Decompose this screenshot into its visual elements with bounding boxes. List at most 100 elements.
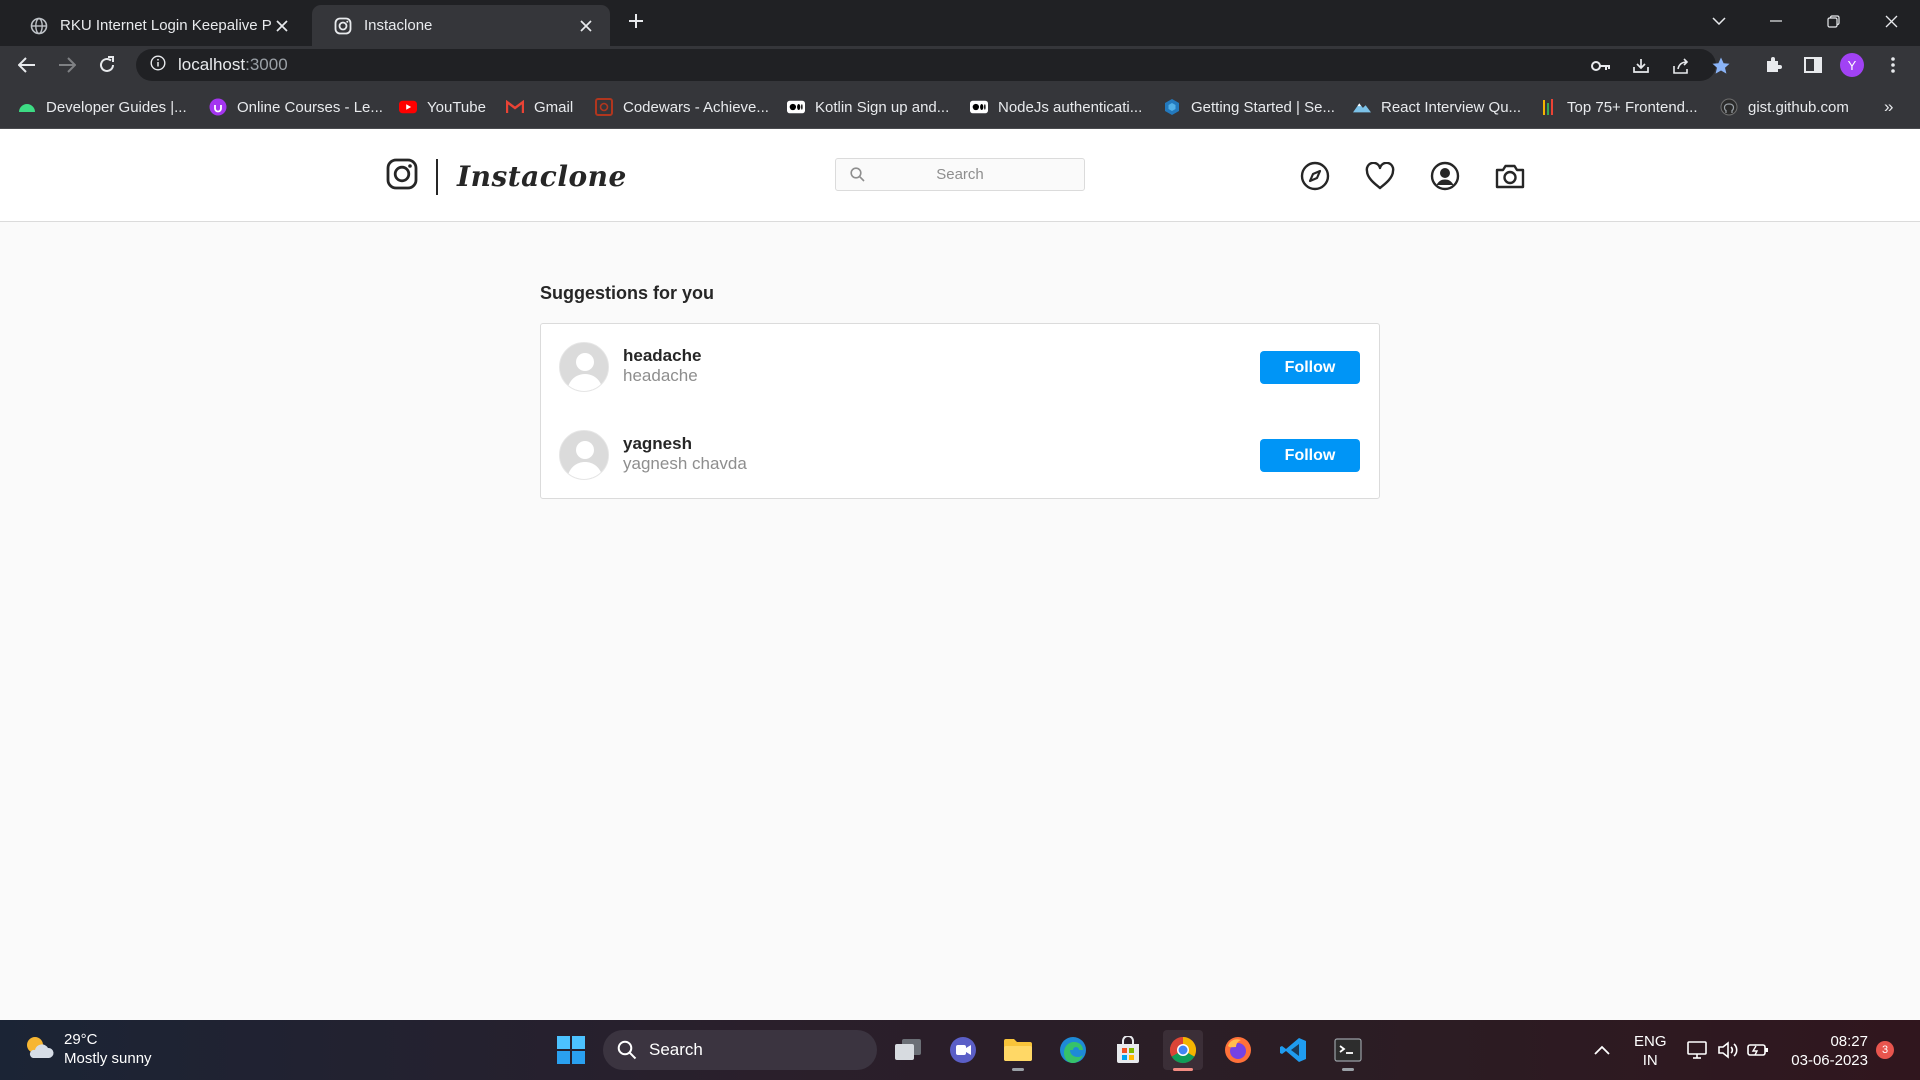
bookmark-online-courses[interactable]: Online Courses - Le... bbox=[209, 96, 383, 118]
reload-icon bbox=[100, 56, 114, 72]
system-clock[interactable]: 08:27 03-06-2023 bbox=[1784, 1032, 1868, 1070]
bookmark-nodejs-auth[interactable]: NodeJs authenticati... bbox=[970, 96, 1142, 118]
bookmark-gmail[interactable]: Gmail bbox=[506, 96, 573, 118]
start-button[interactable] bbox=[551, 1030, 591, 1070]
medium-icon bbox=[787, 98, 805, 116]
notification-badge[interactable]: 3 bbox=[1876, 1041, 1894, 1059]
bookmark-star-icon[interactable] bbox=[1708, 53, 1734, 79]
search-icon bbox=[617, 1040, 637, 1060]
tab-title: RKU Internet Login Keepalive Pag bbox=[60, 17, 272, 34]
taskbar-search[interactable]: Search bbox=[603, 1030, 877, 1070]
suggestion-username[interactable]: headache bbox=[623, 346, 701, 366]
follow-button[interactable]: Follow bbox=[1260, 439, 1360, 472]
key-icon[interactable] bbox=[1588, 53, 1614, 79]
browser-tab-strip: RKU Internet Login Keepalive Pag Instacl… bbox=[0, 0, 1920, 46]
avatar[interactable] bbox=[559, 430, 609, 480]
instagram-icon bbox=[334, 17, 352, 35]
weather-widget[interactable]: 29°C Mostly sunny bbox=[24, 1030, 152, 1068]
firefox-app[interactable] bbox=[1218, 1030, 1258, 1070]
suggestion-row: yagnesh yagnesh chavda Follow bbox=[559, 428, 1363, 480]
tab-rku-login[interactable]: RKU Internet Login Keepalive Pag bbox=[8, 5, 306, 46]
bookmark-codewars[interactable]: Codewars - Achieve... bbox=[595, 96, 769, 118]
new-tab-button[interactable] bbox=[624, 9, 648, 33]
info-icon[interactable] bbox=[150, 54, 166, 76]
firefox-icon bbox=[1225, 1037, 1251, 1063]
close-icon bbox=[1885, 15, 1897, 27]
running-indicator bbox=[1342, 1068, 1354, 1071]
app-navbar: Instaclone bbox=[0, 129, 1920, 222]
extensions-button[interactable] bbox=[1758, 50, 1788, 80]
close-window-button[interactable] bbox=[1874, 6, 1908, 36]
bookmark-gist-github[interactable]: gist.github.com bbox=[1720, 96, 1849, 118]
volume-icon[interactable] bbox=[1714, 1030, 1742, 1070]
follow-button[interactable]: Follow bbox=[1260, 351, 1360, 384]
bookmark-developer-guides[interactable]: Developer Guides |... bbox=[18, 96, 187, 118]
brand-name: Instaclone bbox=[457, 160, 627, 193]
codewars-icon bbox=[595, 98, 613, 116]
reload-button[interactable] bbox=[92, 50, 122, 80]
address-bar[interactable]: localhost:3000 bbox=[136, 49, 1730, 81]
back-button[interactable] bbox=[12, 50, 42, 80]
udemy-icon bbox=[209, 98, 227, 116]
profile-button[interactable] bbox=[1429, 160, 1461, 192]
profile-avatar[interactable]: Y bbox=[1840, 53, 1864, 77]
bookmark-youtube[interactable]: YouTube bbox=[399, 96, 486, 118]
tab-instaclone[interactable]: Instaclone bbox=[312, 5, 610, 46]
tab-search-button[interactable] bbox=[1702, 6, 1736, 36]
file-explorer-app[interactable] bbox=[998, 1030, 1038, 1071]
suggestions-title: Suggestions for you bbox=[540, 283, 715, 303]
brand-divider bbox=[436, 158, 438, 195]
show-hidden-icons-button[interactable] bbox=[1590, 1030, 1614, 1070]
search-input[interactable] bbox=[836, 159, 1084, 190]
sun-cloud-icon bbox=[24, 1034, 54, 1065]
active-indicator bbox=[1173, 1068, 1193, 1071]
share-icon[interactable] bbox=[1668, 53, 1694, 79]
vscode-app[interactable] bbox=[1273, 1030, 1313, 1070]
battery-icon[interactable] bbox=[1744, 1030, 1772, 1070]
explore-button[interactable] bbox=[1299, 160, 1331, 192]
terminal-app[interactable] bbox=[1328, 1030, 1368, 1071]
bookmark-top-frontend[interactable]: Top 75+ Frontend... bbox=[1539, 96, 1698, 118]
avatar[interactable] bbox=[559, 342, 609, 392]
edge-app[interactable] bbox=[1053, 1030, 1093, 1070]
store-app[interactable] bbox=[1108, 1030, 1148, 1070]
kebab-menu-icon bbox=[1891, 57, 1895, 73]
restore-icon bbox=[1826, 14, 1840, 28]
more-bookmarks-button[interactable]: » bbox=[1884, 96, 1893, 118]
arrow-right-icon bbox=[59, 57, 76, 73]
bookmark-kotlin-signup[interactable]: Kotlin Sign up and... bbox=[787, 96, 949, 118]
globe-icon bbox=[30, 17, 48, 35]
bookmark-getting-started[interactable]: Getting Started | Se... bbox=[1163, 96, 1335, 118]
minimize-button[interactable] bbox=[1759, 6, 1793, 36]
language-indicator[interactable]: ENG IN bbox=[1634, 1032, 1667, 1070]
suggestion-row: headache headache Follow bbox=[559, 340, 1363, 392]
heart-icon bbox=[1365, 162, 1395, 190]
puzzle-icon bbox=[1767, 57, 1782, 72]
github-icon bbox=[1720, 98, 1738, 116]
instaclone-page: Instaclone Suggestions for you headache bbox=[0, 129, 1920, 1020]
forward-button[interactable] bbox=[52, 50, 82, 80]
network-icon[interactable] bbox=[1684, 1030, 1712, 1070]
brand-logo[interactable]: Instaclone bbox=[386, 158, 627, 195]
bookmark-react-interview[interactable]: React Interview Qu... bbox=[1353, 96, 1521, 118]
taskbar-search-label: Search bbox=[649, 1040, 703, 1059]
menu-button[interactable] bbox=[1878, 50, 1908, 80]
suggestions-card: headache headache Follow yagnesh yagnesh… bbox=[540, 323, 1380, 499]
search-box[interactable] bbox=[835, 158, 1085, 191]
suggestion-username[interactable]: yagnesh bbox=[623, 434, 692, 454]
task-view-button[interactable] bbox=[888, 1030, 928, 1070]
restore-button[interactable] bbox=[1816, 6, 1850, 36]
vscode-icon bbox=[1280, 1038, 1306, 1062]
close-icon[interactable] bbox=[576, 16, 596, 36]
side-panel-button[interactable] bbox=[1798, 50, 1828, 80]
activity-button[interactable] bbox=[1364, 160, 1396, 192]
task-view-icon bbox=[895, 1039, 921, 1060]
close-icon[interactable] bbox=[272, 16, 292, 36]
install-icon[interactable] bbox=[1628, 53, 1654, 79]
upload-photo-button[interactable] bbox=[1494, 160, 1526, 192]
default-avatar-icon bbox=[560, 343, 608, 391]
chrome-app[interactable] bbox=[1163, 1030, 1203, 1071]
teams-chat-app[interactable] bbox=[943, 1030, 983, 1070]
user-circle-icon bbox=[1430, 161, 1460, 191]
edge-icon bbox=[1060, 1037, 1086, 1063]
